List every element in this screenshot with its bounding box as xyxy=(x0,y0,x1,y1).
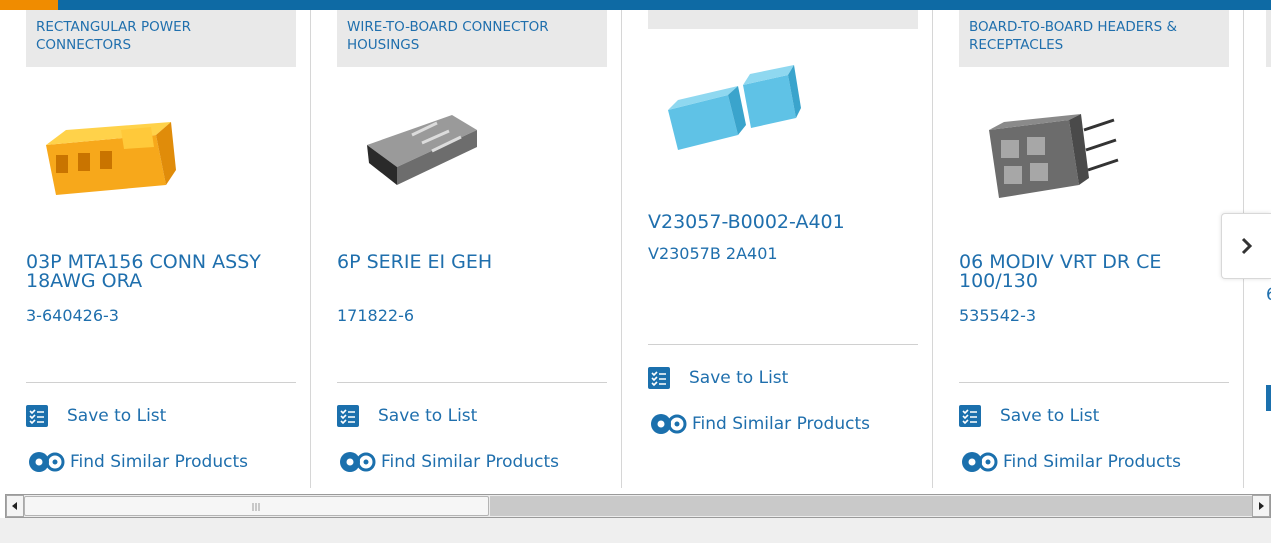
scroll-left-button[interactable] xyxy=(6,495,24,517)
checklist-icon xyxy=(959,405,981,427)
horizontal-scrollbar[interactable] xyxy=(5,494,1271,518)
product-title-link[interactable]: 6P SERIE EI GEH xyxy=(337,253,607,272)
save-label: Save to List xyxy=(67,406,167,426)
gears-icon xyxy=(340,452,376,472)
part-number[interactable]: 3-640426-3 xyxy=(26,306,119,325)
checklist-icon xyxy=(337,405,359,427)
checklist-icon[interactable] xyxy=(1266,385,1271,411)
checklist-icon xyxy=(26,405,48,427)
gears-icon xyxy=(29,452,65,472)
category-label[interactable] xyxy=(648,10,918,29)
save-to-list-button[interactable]: Save to List xyxy=(959,405,1099,427)
divider xyxy=(26,382,296,383)
similar-label: Find Similar Products xyxy=(692,414,870,434)
product-carousel-page: RECTANGULAR POWER CONNECTORS 03P MTA156 … xyxy=(0,0,1271,543)
find-similar-button[interactable]: Find Similar Products xyxy=(337,448,559,476)
chevron-right-icon xyxy=(1241,237,1252,255)
product-title-link[interactable]: 06 MODIV VRT DR CE 100/130 xyxy=(959,253,1229,291)
scrollbar-thumb[interactable] xyxy=(24,496,489,516)
top-accent-bar xyxy=(0,0,1271,10)
product-title-link[interactable]: V23057-B0002-A401 xyxy=(648,213,918,232)
header-receptacle-image[interactable] xyxy=(959,90,1129,220)
category-label[interactable]: RECTANGULAR POWER CONNECTORS xyxy=(26,10,296,67)
triangle-left-icon xyxy=(12,502,17,510)
similar-label: Find Similar Products xyxy=(1003,452,1181,472)
scrollbar-track[interactable] xyxy=(490,496,1252,516)
checklist-icon xyxy=(648,367,670,389)
product-title-link[interactable]: 03P MTA156 CONN ASSY 18AWG ORA xyxy=(26,253,296,291)
carousel-viewport: RECTANGULAR POWER CONNECTORS 03P MTA156 … xyxy=(0,10,1271,494)
category-label xyxy=(1266,10,1271,67)
page-footer-area xyxy=(0,518,1271,543)
save-to-list-button[interactable]: Save to List xyxy=(337,405,477,427)
partial-part-number[interactable]: 6 xyxy=(1266,285,1271,305)
scroll-right-button[interactable] xyxy=(1252,495,1270,517)
triangle-right-icon xyxy=(1259,502,1264,510)
find-similar-button[interactable]: Find Similar Products xyxy=(26,448,248,476)
gears-icon xyxy=(651,414,687,434)
part-number[interactable]: 535542-3 xyxy=(959,306,1036,325)
save-label: Save to List xyxy=(378,406,478,426)
save-label: Save to List xyxy=(1000,406,1100,426)
product-card-3: V23057-B0002-A401 V23057B 2A401 Save to … xyxy=(622,10,933,488)
save-to-list-button[interactable]: Save to List xyxy=(26,405,166,427)
similar-label: Find Similar Products xyxy=(70,452,248,472)
grey-housing-image[interactable] xyxy=(337,85,507,215)
save-label: Save to List xyxy=(689,368,789,388)
similar-label: Find Similar Products xyxy=(381,452,559,472)
part-number[interactable]: V23057B 2A401 xyxy=(648,244,778,263)
part-number[interactable]: 171822-6 xyxy=(337,306,414,325)
product-card-1: RECTANGULAR POWER CONNECTORS 03P MTA156 … xyxy=(0,10,311,488)
grip-icon xyxy=(252,503,260,511)
category-label[interactable]: BOARD-TO-BOARD HEADERS & RECEPTACLES xyxy=(959,10,1229,67)
product-card-4: BOARD-TO-BOARD HEADERS & RECEPTACLES 06 … xyxy=(933,10,1244,488)
orange-connector-image[interactable] xyxy=(26,85,196,215)
product-card-2: WIRE-TO-BOARD CONNECTOR HOUSINGS 6P SERI… xyxy=(311,10,622,488)
orange-accent-segment xyxy=(0,0,58,10)
find-similar-button[interactable]: Find Similar Products xyxy=(959,448,1181,476)
divider xyxy=(648,344,918,345)
save-to-list-button[interactable]: Save to List xyxy=(648,367,788,389)
divider xyxy=(959,382,1229,383)
blue-relay-image[interactable] xyxy=(648,50,818,180)
find-similar-button[interactable]: Find Similar Products xyxy=(648,410,870,438)
next-arrow-button[interactable] xyxy=(1221,213,1271,279)
divider xyxy=(337,382,607,383)
gears-icon xyxy=(962,452,998,472)
category-label[interactable]: WIRE-TO-BOARD CONNECTOR HOUSINGS xyxy=(337,10,607,67)
